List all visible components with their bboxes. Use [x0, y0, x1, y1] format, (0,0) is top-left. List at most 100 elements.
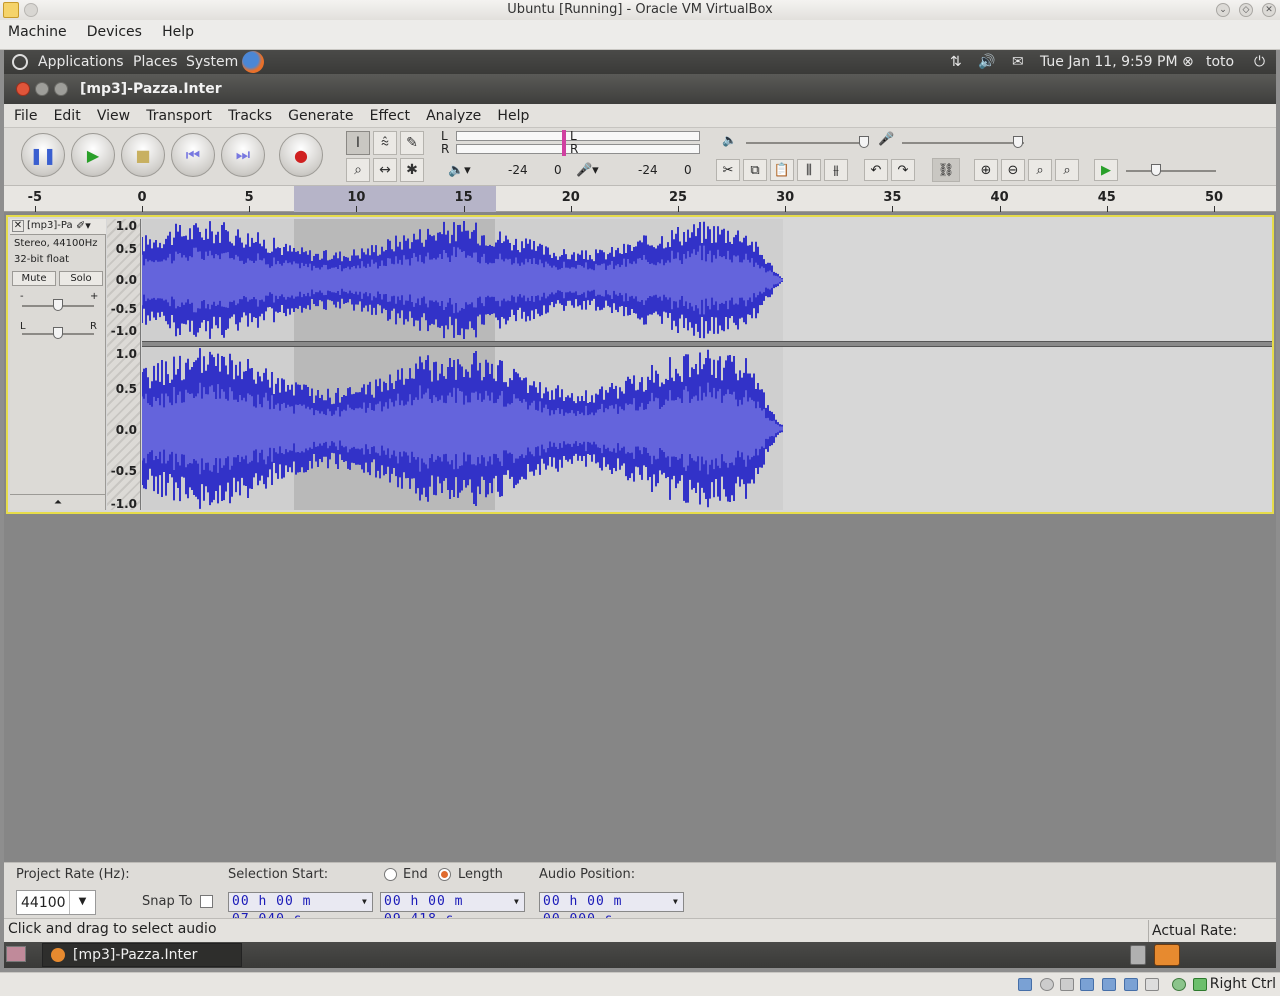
hard-disk-icon[interactable] [1018, 978, 1032, 991]
microphone-meter-icon[interactable]: 🎤▾ [576, 163, 599, 178]
pan-thumb[interactable] [53, 327, 63, 339]
close-icon[interactable]: ✕ [1262, 3, 1276, 17]
draw-tool-button[interactable]: ✎ [400, 131, 424, 155]
clock[interactable]: Tue Jan 11, 9:59 PM [1040, 50, 1178, 74]
trash-icon[interactable] [1130, 945, 1146, 965]
user-name[interactable]: toto [1206, 50, 1234, 74]
menu-places[interactable]: Places [133, 50, 178, 74]
menu-file[interactable]: File [8, 104, 43, 128]
track-header[interactable]: ✕ [mp3]-Pa ✐▾ [10, 219, 106, 235]
menu-help[interactable]: Help [491, 104, 535, 128]
show-desktop-icon[interactable] [6, 946, 26, 962]
skip-end-button[interactable]: ⏭ [221, 133, 265, 177]
audio-track[interactable]: ✕ [mp3]-Pa ✐▾ Stereo, 44100Hz 32-bit flo… [6, 215, 1274, 514]
track-collapse-button[interactable]: ⏶ [10, 494, 106, 510]
menu-applications[interactable]: Applications [38, 50, 124, 74]
pause-button[interactable]: ❚❚ [21, 133, 65, 177]
chevron-down-icon[interactable]: ▼ [69, 891, 95, 914]
silence-button[interactable]: ⫵ [824, 159, 848, 181]
chevron-down-icon[interactable]: ▼ [673, 893, 683, 911]
mail-icon[interactable]: ✉ [1012, 50, 1024, 74]
taskbar-item-audacity[interactable]: [mp3]-Pazza.Inter [42, 943, 242, 967]
user-status-icon[interactable]: ⊗ [1182, 50, 1194, 74]
keyboard-capture-icon[interactable] [1193, 978, 1207, 991]
track-name[interactable]: [mp3]-Pa [27, 220, 73, 231]
firefox-icon[interactable] [242, 51, 264, 73]
play-at-speed-button[interactable]: ▶ [1094, 159, 1118, 181]
stop-button[interactable]: ■ [121, 133, 165, 177]
menu-generate[interactable]: Generate [282, 104, 359, 128]
waveform-area[interactable] [142, 219, 1272, 510]
chevron-down-icon[interactable]: ▼ [514, 893, 524, 911]
maximize-window-icon[interactable] [54, 82, 68, 96]
track-close-button[interactable]: ✕ [12, 220, 24, 232]
play-speed-slider[interactable] [1126, 170, 1216, 172]
menu-view[interactable]: View [91, 104, 136, 128]
timeshift-tool-button[interactable]: ↔ [373, 158, 397, 182]
output-volume-slider[interactable] [746, 142, 868, 144]
display-icon[interactable] [1145, 978, 1159, 991]
headphones-icon[interactable] [1154, 944, 1180, 966]
vbox-menu-devices[interactable]: Devices [79, 21, 150, 43]
vertical-ruler[interactable]: 1.0 0.5 0.0 -0.5 -1.0 1.0 0.5 0.0 -0.5 -… [107, 219, 141, 511]
power-icon[interactable]: ⏻ [1254, 50, 1265, 74]
output-volume-thumb[interactable] [859, 136, 869, 148]
speaker-meter-icon[interactable]: 🔈▾ [448, 163, 471, 178]
gain-thumb[interactable] [53, 299, 63, 311]
vbox-menu-help[interactable]: Help [154, 21, 202, 43]
waveform-right-channel[interactable] [142, 347, 783, 510]
selection-length-time[interactable]: 00 h 00 m 09.418 s ▼ [380, 892, 525, 927]
fit-selection-button[interactable]: ⌕ [1028, 159, 1052, 181]
waveform-left-channel[interactable] [142, 219, 783, 341]
minimize-icon[interactable]: ⌄ [1216, 3, 1230, 17]
menu-edit[interactable]: Edit [48, 104, 87, 128]
track-edit-icon[interactable]: ✐▾ [76, 219, 91, 232]
skip-start-button[interactable]: ⏮ [171, 133, 215, 177]
volume-icon[interactable]: 🔊 [978, 50, 995, 74]
envelope-tool-button[interactable]: ⩯ [373, 131, 397, 155]
end-radio[interactable] [384, 868, 397, 881]
mute-button[interactable]: Mute [12, 271, 56, 286]
network-icon[interactable]: ⇅ [950, 50, 962, 74]
maximize-icon[interactable]: ◇ [1239, 3, 1253, 17]
input-volume-thumb[interactable] [1013, 136, 1023, 148]
sync-lock-button[interactable]: ⛓ [932, 158, 960, 182]
copy-button[interactable]: ⧉ [743, 159, 767, 181]
close-window-icon[interactable] [16, 82, 30, 96]
menu-system[interactable]: System [186, 50, 238, 74]
project-rate-combobox[interactable]: 44100 ▼ [16, 890, 96, 915]
menu-transport[interactable]: Transport [140, 104, 218, 128]
timeline-ruler[interactable]: -5 0 5 10 15 20 25 30 35 40 45 50 [4, 186, 1276, 212]
playback-meter-left[interactable] [456, 131, 700, 141]
shared-folder-icon[interactable] [1124, 978, 1138, 991]
multi-tool-button[interactable]: ✱ [400, 158, 424, 182]
play-speed-thumb[interactable] [1151, 164, 1161, 176]
paste-button[interactable]: 📋 [770, 159, 794, 181]
menu-effect[interactable]: Effect [364, 104, 416, 128]
play-button[interactable]: ▶ [71, 133, 115, 177]
network-adapter-icon[interactable] [1102, 978, 1116, 991]
selection-start-time[interactable]: 00 h 00 m 07.040 s ▼ [228, 892, 373, 927]
window-menu-icon[interactable] [24, 3, 38, 17]
trim-button[interactable]: ⫼ [797, 159, 821, 181]
audio-position-time[interactable]: 00 h 00 m 00.000 s ▼ [539, 892, 684, 927]
zoom-in-button[interactable]: ⊕ [974, 159, 998, 181]
input-volume-slider[interactable] [902, 142, 1024, 144]
vbox-menu-machine[interactable]: Machine [0, 21, 75, 43]
redo-button[interactable]: ↷ [891, 159, 915, 181]
menu-analyze[interactable]: Analyze [420, 104, 487, 128]
snap-to-checkbox[interactable] [200, 895, 213, 908]
track-panel[interactable]: ✕ [mp3]-Pa ✐▾ Stereo, 44100Hz 32-bit flo… [4, 212, 1276, 862]
usb-icon[interactable] [1080, 978, 1094, 991]
minimize-window-icon[interactable] [35, 82, 49, 96]
fit-project-button[interactable]: ⌕ [1055, 159, 1079, 181]
selection-tool-button[interactable]: I [346, 131, 370, 155]
chevron-down-icon[interactable]: ▼ [362, 893, 372, 911]
record-button[interactable]: ● [279, 133, 323, 177]
solo-button[interactable]: Solo [59, 271, 103, 286]
mouse-integration-icon[interactable] [1172, 978, 1186, 991]
length-radio[interactable] [438, 868, 451, 881]
cut-button[interactable]: ✂ [716, 159, 740, 181]
zoom-out-button[interactable]: ⊖ [1001, 159, 1025, 181]
undo-button[interactable]: ↶ [864, 159, 888, 181]
